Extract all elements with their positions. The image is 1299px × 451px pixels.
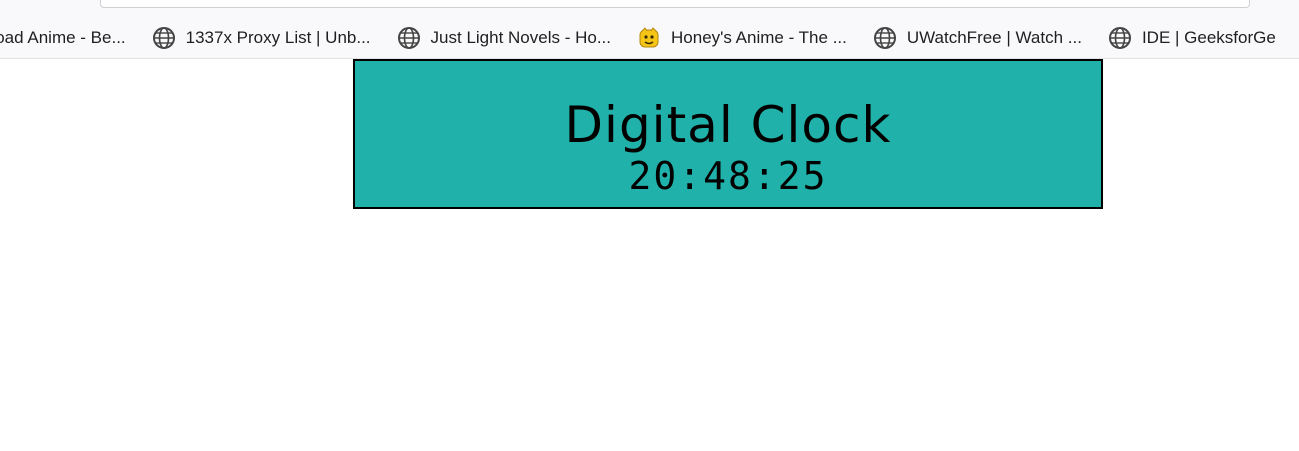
bookmark-item[interactable]: UWatchFree | Watch ...	[869, 22, 1086, 54]
bookmarks-bar: nload Anime - Be... 1337x Proxy List | U…	[0, 20, 1298, 56]
bookmark-label: UWatchFree | Watch ...	[906, 28, 1082, 47]
globe-icon	[152, 26, 176, 50]
bookmark-label: IDE | GeeksforGe	[1141, 28, 1276, 47]
emoji-face-icon	[637, 26, 661, 50]
browser-chrome: nload Anime - Be... 1337x Proxy List | U…	[0, 0, 1299, 59]
clock-title: Digital Clock	[564, 96, 892, 154]
bookmark-item[interactable]: 1337x Proxy List | Unb...	[148, 22, 375, 54]
globe-icon	[1108, 26, 1132, 50]
address-bar[interactable]	[100, 0, 1250, 8]
bookmark-label: 1337x Proxy List | Unb...	[185, 28, 371, 47]
clock-time: 20:48:25	[628, 154, 828, 198]
digital-clock-panel: Digital Clock 20:48:25	[353, 59, 1103, 209]
bookmark-item[interactable]: Just Light Novels - Ho...	[393, 22, 615, 54]
bookmark-item[interactable]: Honey's Anime - The ...	[633, 22, 851, 54]
globe-icon	[397, 26, 421, 50]
bookmark-label: nload Anime - Be...	[0, 28, 126, 47]
bookmark-item[interactable]: nload Anime - Be...	[0, 22, 130, 54]
bookmark-label: Just Light Novels - Ho...	[430, 28, 612, 47]
globe-icon	[873, 26, 897, 50]
bookmark-item[interactable]: IDE | GeeksforGe	[1104, 22, 1280, 54]
bookmark-label: Honey's Anime - The ...	[671, 28, 847, 47]
